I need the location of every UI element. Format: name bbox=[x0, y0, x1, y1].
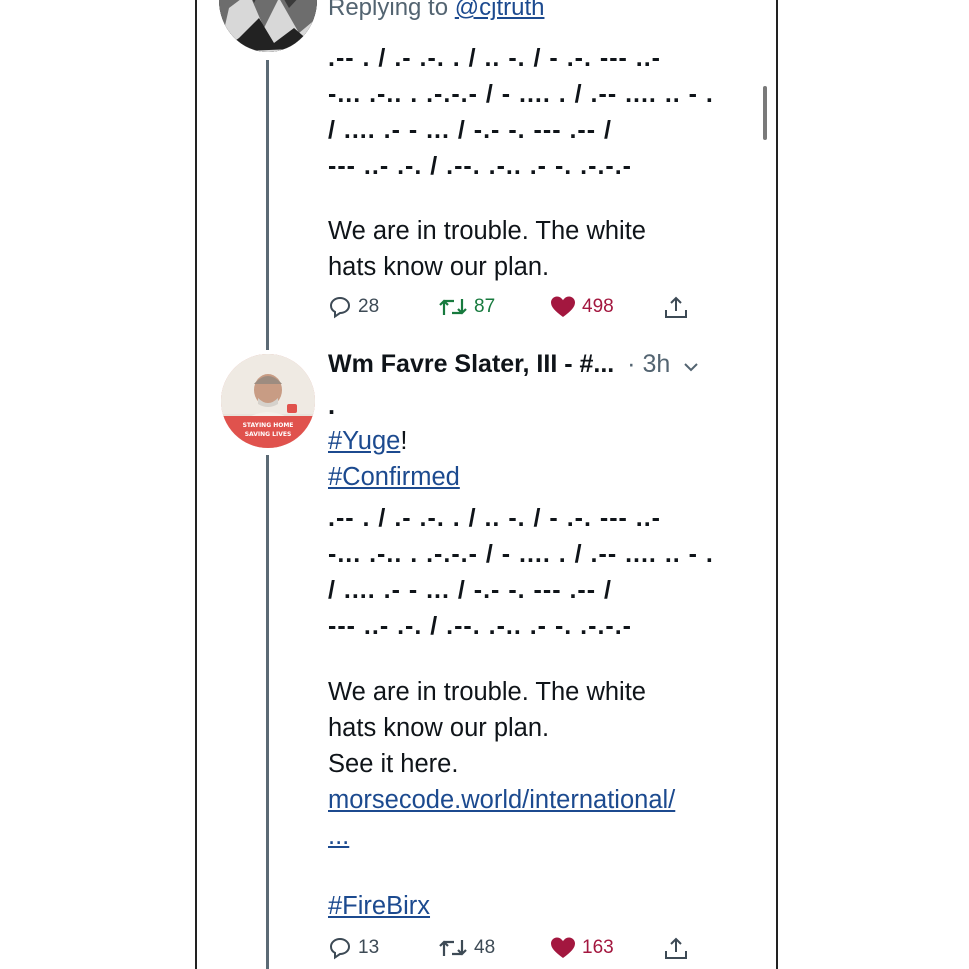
tweet-morse-line: --- ..- .-. / .--. .-.. .- -. .-.-.- bbox=[328, 612, 632, 640]
tweet-header: Wm Favre Slater, III - #... · 3h bbox=[328, 350, 699, 380]
avatar-badge-line: SAVING LIVES bbox=[245, 431, 292, 438]
retweet-button[interactable]: 48 bbox=[438, 936, 495, 960]
hashtag-line: #Yuge! bbox=[328, 423, 407, 459]
hashtag-link[interactable]: #FireBirx bbox=[328, 888, 430, 924]
reply-icon bbox=[328, 936, 352, 960]
tweet-dot: . bbox=[328, 392, 336, 420]
thread-line bbox=[266, 60, 269, 350]
scrollbar[interactable] bbox=[763, 86, 767, 140]
tweet-morse-line: / .... .- - ... / -.- -. --- .-- / bbox=[328, 116, 612, 144]
heart-icon bbox=[550, 295, 576, 319]
thread-line bbox=[266, 455, 269, 969]
like-count: 163 bbox=[582, 937, 614, 958]
tweet-actions: 13 48 163 bbox=[328, 936, 698, 966]
share-button[interactable] bbox=[663, 936, 689, 962]
share-button[interactable] bbox=[663, 295, 689, 321]
external-link-ellipsis[interactable]: ... bbox=[328, 818, 349, 854]
chevron-down-icon[interactable] bbox=[683, 351, 699, 380]
like-count: 498 bbox=[582, 296, 614, 317]
share-icon bbox=[663, 936, 689, 962]
tweet-text-line: We are in trouble. The white bbox=[328, 678, 646, 706]
tweet-text-line: hats know our plan. bbox=[328, 253, 550, 281]
retweet-icon bbox=[438, 936, 468, 960]
retweet-count: 87 bbox=[474, 296, 496, 317]
hashtag-suffix: ! bbox=[400, 427, 408, 455]
tweet-morse-line: --- ..- .-. / .--. .-.. .- -. .-.-.- bbox=[328, 152, 632, 180]
hashtag-link[interactable]: #Confirmed bbox=[328, 463, 460, 491]
hashtag-link[interactable]: #Yuge bbox=[328, 427, 400, 455]
retweet-icon bbox=[438, 295, 468, 319]
tweet-actions: 28 87 498 bbox=[328, 295, 698, 325]
retweet-count: 48 bbox=[474, 937, 496, 958]
tweet-morse-line: -... .-.. . .-.-.- / - .... . / .-- ....… bbox=[328, 540, 714, 568]
reply-count: 13 bbox=[358, 937, 380, 958]
tweet-text-line: We are in trouble. The white bbox=[328, 217, 646, 245]
tweet-text-line: hats know our plan. bbox=[328, 714, 550, 742]
tweet-morse-line: -... .-.. . .-.-.- / - .... . / .-- ....… bbox=[328, 80, 714, 108]
like-button[interactable]: 498 bbox=[550, 295, 614, 319]
tweet-morse-line: .-- . / .- .-. . / .. -. / - .-. --- ..- bbox=[328, 504, 662, 532]
tweet-text-line: See it here. bbox=[328, 750, 459, 778]
avatar[interactable]: STAYING HOME SAVING LIVES bbox=[221, 354, 315, 448]
retweet-button[interactable]: 87 bbox=[438, 295, 495, 319]
reply-count: 28 bbox=[358, 296, 380, 317]
reply-handle-link[interactable]: @cjtruth bbox=[455, 0, 545, 21]
author-name[interactable]: Wm Favre Slater, III - #... bbox=[328, 350, 614, 378]
like-button[interactable]: 163 bbox=[550, 936, 614, 960]
replying-to: Replying to @cjtruth bbox=[328, 0, 544, 26]
avatar-badge-line: STAYING HOME bbox=[243, 422, 294, 429]
hashtag-line: #Confirmed bbox=[328, 459, 460, 495]
tweet-morse-line: .-- . / .- .-. . / .. -. / - .-. --- ..- bbox=[328, 44, 662, 72]
reply-button[interactable]: 28 bbox=[328, 295, 379, 319]
tweet-morse-line: / .... .- - ... / -.- -. --- .-- / bbox=[328, 576, 612, 604]
share-icon bbox=[663, 295, 689, 321]
reply-button[interactable]: 13 bbox=[328, 936, 379, 960]
heart-icon bbox=[550, 936, 576, 960]
replying-to-label: Replying to bbox=[328, 0, 449, 21]
external-link[interactable]: morsecode.world/international/ bbox=[328, 782, 675, 818]
reply-icon bbox=[328, 295, 352, 319]
tweet-time[interactable]: · 3h bbox=[627, 350, 670, 378]
